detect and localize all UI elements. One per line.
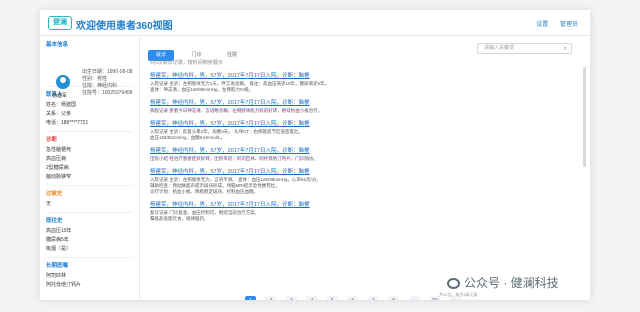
list-item: 杨建军，神经内科，男，57岁，2017年7月17日入院，诊断：脑梗 病程记录 患…	[150, 98, 575, 114]
ward: 住院：神经内科	[82, 83, 118, 89]
page-button[interactable]: 6	[347, 296, 359, 300]
birth-date: 出生日期：1990-08-08	[82, 69, 133, 75]
history-item: 糖尿病5年	[46, 237, 69, 243]
history-title: 既往史	[46, 218, 63, 224]
basic-info-title: 基本信息	[46, 42, 69, 48]
pagination: 1 2 3 4 5 6 7 8 ... 20 ›	[245, 289, 466, 300]
page-title: 欢迎使用患者360视图	[76, 21, 173, 32]
search-placeholder: 请输入关键词	[484, 45, 515, 51]
page-button[interactable]: 1	[245, 296, 256, 300]
watermark-text: 公众号 · 健澜科技	[464, 276, 559, 290]
app-window: 健澜 欢迎使用患者360视图 设置 管理员 基本信息 杨建军 出生日期：1990…	[40, 10, 590, 300]
record-line: 出院小结 经治疗患者症状好转，出院带药：阿司匹林、阿托伐他汀钙片，门诊随访。	[150, 156, 318, 161]
search-icon[interactable]: ⌕	[564, 45, 567, 54]
history-item: 吸烟（是）	[46, 246, 72, 252]
record-line: 查体：神志清，血压160/95mmHg，左侧肌力IV级。	[150, 87, 254, 92]
diagnosis-item: 高血压病	[46, 156, 67, 162]
page-ellipsis: ...	[408, 296, 420, 300]
diagnosis-section: 诊断 急性脑梗死 高血压病 2型糖尿病 脑动脉狭窄	[40, 132, 139, 185]
main-content: 就诊 门诊 住院 请输入关键词 ⌕ 共5次就诊记录，按时间倒序展示 杨建军，神经…	[140, 37, 590, 300]
scrollbar[interactable]	[583, 67, 586, 167]
diagnosis-title: 诊断	[46, 137, 58, 143]
diagnosis-item: 急性脑梗死	[46, 147, 72, 153]
record-list: 杨建军，神经内科，男，57岁，2017年7月17日入院，诊断：脑梗 入院记录 主…	[150, 71, 575, 227]
search-input[interactable]: 请输入关键词 ⌕	[477, 43, 572, 54]
list-item: 杨建军，神经内科，男，57岁，2017年7月17日入院，诊断：脑梗 入院记录 主…	[150, 167, 575, 195]
page-button[interactable]: 2	[265, 296, 277, 300]
top-right-menu: 设置 管理员	[526, 19, 578, 28]
admission-id: 住院号：10025076458	[82, 90, 133, 96]
top-bar: 健澜 欢迎使用患者360视图 设置 管理员	[40, 10, 590, 36]
settings-link[interactable]: 设置	[536, 22, 548, 28]
history-section: 既往史 高血压10年 糖尿病5年 吸烟（是）	[40, 213, 139, 257]
app-logo: 健澜	[48, 16, 72, 30]
list-item: 杨建军，神经内科，男，57岁，2017年7月17日入院，诊断：脑梗 复诊记录 门…	[150, 200, 575, 222]
watermark: 公众号 · 健澜科技	[447, 274, 559, 291]
allergy-title: 过敏史	[46, 191, 63, 197]
record-tabs: 就诊 门诊 住院	[148, 43, 250, 61]
record-title-link[interactable]: 杨建军，神经内科，男，57岁，2017年7月17日入院，诊断：脑梗	[150, 119, 575, 127]
allergy-section: 过敏史 无	[40, 186, 139, 212]
page-button[interactable]: 3	[285, 296, 297, 300]
gender: 性别：男性	[82, 76, 108, 82]
diagnosis-item: 2型糖尿病	[46, 165, 69, 171]
list-item: 杨建军，神经内科，男，57岁，2017年7月17日入院，诊断：脑梗 入院记录 主…	[150, 71, 575, 93]
allergy-value: 无	[46, 201, 52, 207]
contact-item: 关系：父亲	[46, 111, 72, 117]
record-line: 诊疗计划：抗血小板、降脂稳定斑块、控制血压血糖。	[150, 189, 258, 194]
page-button[interactable]: 4	[306, 296, 318, 300]
patient-name: 杨建军	[52, 93, 68, 99]
record-line: 嘱低盐低脂饮食，规律服药。	[150, 216, 209, 221]
record-title-link[interactable]: 杨建军，神经内科，男，57岁，2017年7月17日入院，诊断：脑梗	[150, 98, 575, 106]
wechat-icon	[447, 278, 460, 289]
pagination-note: 共20页，每页5条记录	[439, 292, 478, 297]
contact-item: 电话：186****7721	[46, 120, 89, 126]
diagnosis-item: 脑动脉狭窄	[46, 174, 72, 180]
page-button[interactable]: 5	[326, 296, 338, 300]
record-summary: 共5次就诊记录，按时间倒序展示	[150, 60, 223, 66]
record-line: 血压158/92mmHg，血糖8.6mmol/L。	[150, 135, 226, 140]
orders-section: 长期医嘱 阿司匹林 阿托伐他汀钙片	[40, 258, 139, 293]
patient-sidebar: 基本信息 杨建军 出生日期：1990-08-08 性别：男性 住院：神经内科 住…	[40, 37, 140, 300]
record-title-link[interactable]: 杨建军，神经内科，男，57岁，2017年7月17日入院，诊断：脑梗	[150, 200, 575, 208]
history-item: 高血压10年	[46, 228, 72, 234]
page-button[interactable]: 8	[388, 296, 400, 300]
page-button[interactable]: 7	[367, 296, 379, 300]
record-title-link[interactable]: 杨建军，神经内科，男，57岁，2017年7月17日入院，诊断：脑梗	[150, 146, 575, 154]
order-item: 阿司匹林	[46, 273, 67, 279]
contact-item: 姓名：杨建国	[46, 102, 77, 108]
order-item: 阿托伐他汀钙片	[46, 282, 82, 288]
patient-details: 出生日期：1990-08-08 性别：男性 住院：神经内科 住院号：100250…	[82, 69, 133, 97]
record-title-link[interactable]: 杨建军，神经内科，男，57岁，2017年7月17日入院，诊断：脑梗	[150, 71, 575, 79]
list-item: 杨建军，神经内科，男，57岁，2017年7月17日入院，诊断：脑梗 出院小结 经…	[150, 146, 575, 162]
record-title-link[interactable]: 杨建军，神经内科，男，57岁，2017年7月17日入院，诊断：脑梗	[150, 167, 575, 175]
patient-avatar-icon	[56, 75, 70, 89]
user-menu[interactable]: 管理员	[560, 22, 578, 28]
record-line: 病程记录 患者今日神志清，言语略含糊，左侧肢体肌力较前好转，继续抗血小板治疗。	[150, 108, 323, 113]
list-item: 杨建军，神经内科，男，57岁，2017年7月17日入院，诊断：脑梗 入院记录 主…	[150, 119, 575, 141]
orders-title: 长期医嘱	[46, 263, 69, 269]
